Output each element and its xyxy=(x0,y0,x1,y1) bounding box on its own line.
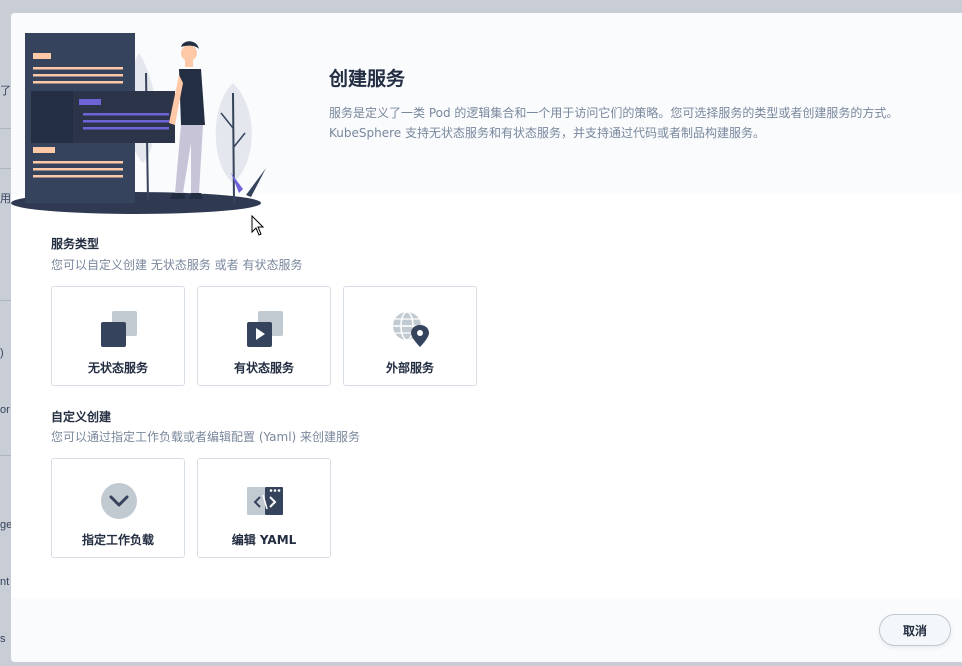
stateful-service-card[interactable]: 有状态服务 xyxy=(197,286,331,386)
create-service-modal: 创建服务 服务是定义了一类 Pod 的逻辑集合和一个用于访问它们的策略。您可选择… xyxy=(11,13,962,662)
external-service-icon xyxy=(393,311,429,347)
code-editor-icon xyxy=(247,487,283,515)
stateless-service-card[interactable]: 无状态服务 xyxy=(51,286,185,386)
background-text: or xyxy=(0,404,10,416)
description-line: 服务是定义了一类 Pod 的逻辑集合和一个用于访问它们的策略。您可选择服务的类型… xyxy=(329,106,899,120)
card-label: 有状态服务 xyxy=(233,361,294,375)
stateful-service-icon xyxy=(247,311,283,347)
modal-header: 创建服务 服务是定义了一类 Pod 的逻辑集合和一个用于访问它们的策略。您可选择… xyxy=(11,13,962,214)
background-text: ) xyxy=(0,347,4,359)
service-type-description: 您可以自定义创建 无状态服务 或者 有状态服务 xyxy=(51,258,303,272)
modal-footer xyxy=(11,598,962,662)
edit-yaml-card[interactable]: 编辑 YAML xyxy=(197,458,331,558)
card-label: 编辑 YAML xyxy=(231,533,297,547)
server-person-illustration xyxy=(11,33,266,214)
modal-title: 创建服务 xyxy=(329,68,406,90)
background-text: 了 xyxy=(0,85,11,97)
background-text: s xyxy=(0,633,6,645)
chevron-down-icon xyxy=(101,483,137,519)
custom-create-title: 自定义创建 xyxy=(51,410,112,424)
cancel-button[interactable]: 取消 xyxy=(879,614,951,646)
modal-description: 服务是定义了一类 Pod 的逻辑集合和一个用于访问它们的策略。您可选择服务的类型… xyxy=(329,103,929,143)
mouse-cursor-icon xyxy=(251,215,265,236)
card-label: 指定工作负载 xyxy=(81,533,154,547)
service-type-title: 服务类型 xyxy=(51,237,100,251)
custom-create-description: 您可以通过指定工作负载或者编辑配置 (Yaml) 来创建服务 xyxy=(51,430,361,444)
specify-workload-card[interactable]: 指定工作负载 xyxy=(51,458,185,558)
card-label: 外部服务 xyxy=(385,361,434,375)
external-service-card[interactable]: 外部服务 xyxy=(343,286,477,386)
background-text: nt xyxy=(0,576,10,588)
description-line: KubeSphere 支持无状态服务和有状态服务，并支持通过代码或者制品构建服务… xyxy=(329,126,765,140)
stateless-service-icon xyxy=(101,311,137,347)
background-text: 用 xyxy=(0,193,11,205)
card-label: 无状态服务 xyxy=(87,361,148,375)
